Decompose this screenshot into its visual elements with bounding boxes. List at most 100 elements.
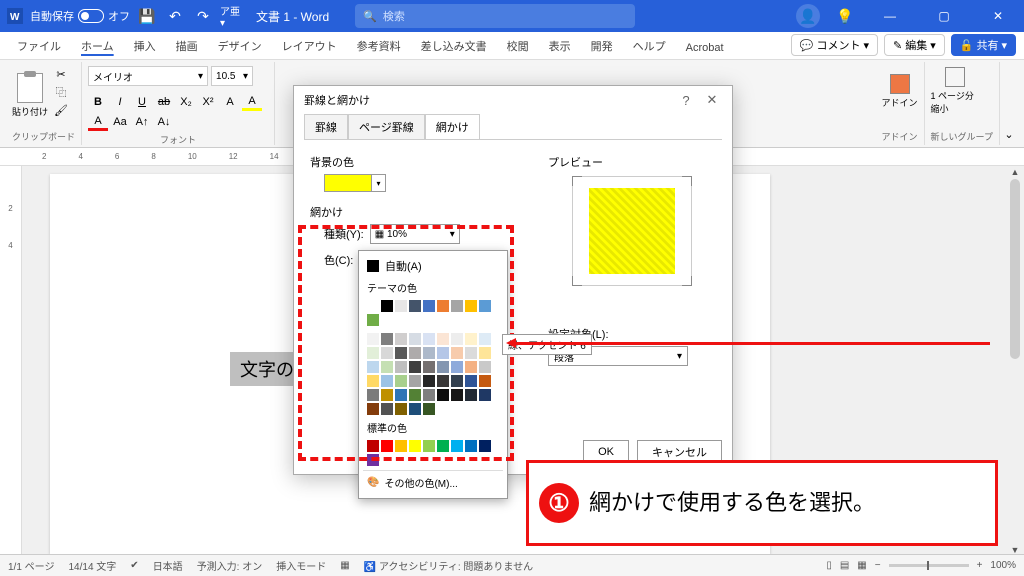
menu-review[interactable]: 校閲 bbox=[498, 33, 538, 59]
color-swatch[interactable] bbox=[395, 361, 407, 373]
addins-button[interactable]: アドイン bbox=[882, 66, 918, 116]
color-swatch[interactable] bbox=[409, 300, 421, 312]
zoom-in-button[interactable]: + bbox=[977, 560, 983, 571]
color-swatch[interactable] bbox=[437, 347, 449, 359]
strike-button[interactable]: ab bbox=[154, 93, 174, 111]
menu-mailings[interactable]: 差し込み文書 bbox=[412, 33, 496, 59]
zoom-slider[interactable] bbox=[889, 564, 969, 567]
share-button[interactable]: 🔓共有▾ bbox=[951, 34, 1016, 56]
color-swatch[interactable] bbox=[381, 375, 393, 387]
color-swatch[interactable] bbox=[423, 300, 435, 312]
char-shading-button[interactable]: Aa bbox=[110, 113, 130, 131]
color-swatch[interactable] bbox=[395, 375, 407, 387]
color-swatch[interactable] bbox=[395, 300, 407, 312]
color-swatch[interactable] bbox=[437, 333, 449, 345]
color-swatch[interactable] bbox=[367, 361, 379, 373]
focus-view-icon[interactable]: ▯ bbox=[826, 560, 832, 571]
predictive-input[interactable]: 予測入力: オン bbox=[197, 558, 263, 573]
color-swatch[interactable] bbox=[423, 403, 435, 415]
color-swatch[interactable] bbox=[409, 361, 421, 373]
superscript-button[interactable]: X² bbox=[198, 93, 218, 111]
color-swatch[interactable] bbox=[409, 375, 421, 387]
color-swatch[interactable] bbox=[451, 361, 463, 373]
color-swatch[interactable] bbox=[479, 375, 491, 387]
color-swatch[interactable] bbox=[409, 403, 421, 415]
color-swatch[interactable] bbox=[395, 403, 407, 415]
color-swatch[interactable] bbox=[395, 347, 407, 359]
highlight-button[interactable]: A bbox=[242, 93, 262, 111]
paste-button[interactable]: 貼り付け bbox=[12, 66, 48, 124]
color-swatch[interactable] bbox=[395, 440, 407, 452]
color-swatch[interactable] bbox=[395, 389, 407, 401]
ribbon-collapse-button[interactable]: ⌄ bbox=[1000, 62, 1018, 145]
color-swatch[interactable] bbox=[423, 347, 435, 359]
dialog-help-button[interactable]: ? bbox=[676, 90, 696, 110]
redo-icon[interactable]: ↷ bbox=[192, 5, 214, 27]
shrink-font-button[interactable]: A↓ bbox=[154, 113, 174, 131]
close-button[interactable]: ✕ bbox=[978, 2, 1018, 30]
maximize-button[interactable]: ▢ bbox=[924, 2, 964, 30]
menu-acrobat[interactable]: Acrobat bbox=[677, 37, 733, 59]
color-swatch[interactable] bbox=[479, 389, 491, 401]
fill-color-dropdown[interactable]: ▾ bbox=[372, 174, 386, 192]
color-auto-option[interactable]: 自動(A) bbox=[363, 255, 503, 277]
edit-button[interactable]: ✎編集▾ bbox=[884, 34, 945, 56]
menu-references[interactable]: 参考資料 bbox=[348, 33, 410, 59]
color-swatch[interactable] bbox=[451, 389, 463, 401]
print-layout-icon[interactable]: ▤ bbox=[840, 560, 849, 571]
menu-help[interactable]: ヘルプ bbox=[624, 33, 675, 59]
menu-developer[interactable]: 開発 bbox=[582, 33, 622, 59]
color-swatch[interactable] bbox=[423, 333, 435, 345]
menu-design[interactable]: デザイン bbox=[209, 33, 271, 59]
web-layout-icon[interactable]: ▦ bbox=[857, 560, 866, 571]
underline-button[interactable]: U bbox=[132, 93, 152, 111]
subscript-button[interactable]: X₂ bbox=[176, 93, 196, 111]
minimize-button[interactable]: ― bbox=[870, 2, 910, 30]
macro-icon[interactable]: ▦ bbox=[340, 560, 349, 571]
color-swatch[interactable] bbox=[451, 300, 463, 312]
more-colors-button[interactable]: 🎨その他の色(M)... bbox=[363, 470, 503, 494]
menu-layout[interactable]: レイアウト bbox=[273, 33, 346, 59]
zoom-level[interactable]: 100% bbox=[990, 560, 1016, 571]
menu-home[interactable]: ホーム bbox=[72, 33, 123, 59]
language-label[interactable]: 日本語 bbox=[153, 558, 183, 573]
color-swatch[interactable] bbox=[367, 440, 379, 452]
format-painter-icon[interactable]: 🖌 bbox=[52, 102, 70, 118]
color-swatch[interactable] bbox=[381, 300, 393, 312]
color-swatch[interactable] bbox=[367, 403, 379, 415]
grow-font-button[interactable]: A↑ bbox=[132, 113, 152, 131]
color-swatch[interactable] bbox=[367, 389, 379, 401]
color-swatch[interactable] bbox=[437, 300, 449, 312]
color-swatch[interactable] bbox=[479, 333, 491, 345]
color-swatch[interactable] bbox=[479, 347, 491, 359]
color-swatch[interactable] bbox=[437, 389, 449, 401]
color-swatch[interactable] bbox=[367, 347, 379, 359]
vertical-scrollbar[interactable]: ▲ ▼ bbox=[1008, 166, 1022, 556]
color-swatch[interactable] bbox=[465, 300, 477, 312]
zoom-out-button[interactable]: − bbox=[875, 560, 881, 571]
word-count[interactable]: 14/14 文字 bbox=[68, 558, 116, 573]
color-swatch[interactable] bbox=[479, 440, 491, 452]
account-icon[interactable]: 👤 bbox=[796, 4, 820, 28]
color-swatch[interactable] bbox=[437, 440, 449, 452]
color-swatch[interactable] bbox=[367, 454, 379, 466]
color-swatch[interactable] bbox=[409, 440, 421, 452]
font-size-combo[interactable]: 10.5▾ bbox=[211, 66, 253, 86]
color-swatch[interactable] bbox=[465, 361, 477, 373]
italic-button[interactable]: I bbox=[110, 93, 130, 111]
menu-file[interactable]: ファイル bbox=[8, 33, 70, 59]
tab-borders[interactable]: 罫線 bbox=[304, 114, 348, 139]
color-swatch[interactable] bbox=[409, 389, 421, 401]
shrink-page-button[interactable]: 1 ページ分縮小 bbox=[931, 66, 979, 116]
color-swatch[interactable] bbox=[381, 333, 393, 345]
color-swatch[interactable] bbox=[381, 361, 393, 373]
accessibility-status[interactable]: ♿ アクセシビリティ: 問題ありません bbox=[364, 558, 533, 573]
comments-button[interactable]: 💬コメント▾ bbox=[791, 34, 878, 56]
tab-page-border[interactable]: ページ罫線 bbox=[348, 114, 425, 139]
save-icon[interactable]: 💾 bbox=[136, 5, 158, 27]
copy-icon[interactable]: ⿻ bbox=[52, 84, 70, 100]
color-swatch[interactable] bbox=[367, 375, 379, 387]
color-swatch[interactable] bbox=[367, 314, 379, 326]
color-swatch[interactable] bbox=[451, 440, 463, 452]
color-swatch[interactable] bbox=[423, 361, 435, 373]
